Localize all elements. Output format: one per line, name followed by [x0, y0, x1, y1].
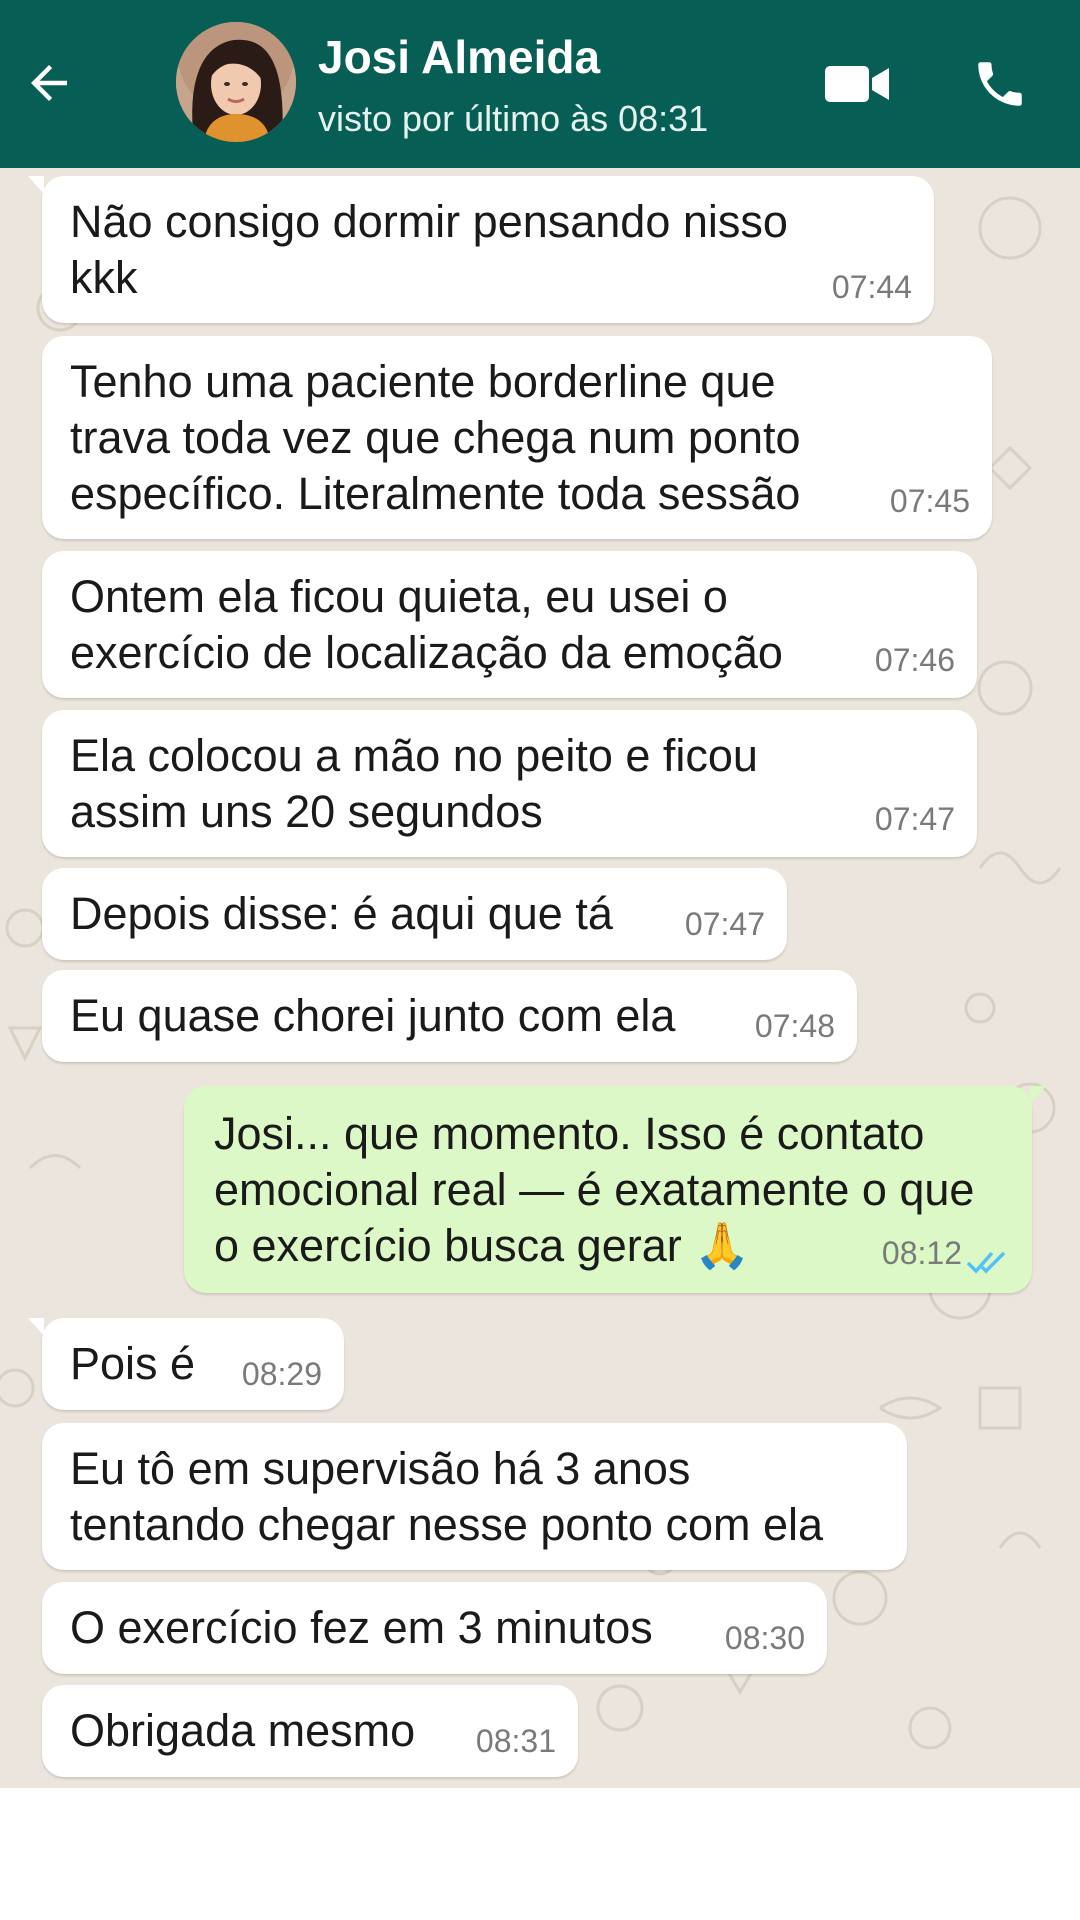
message-bubble[interactable]: Depois disse: é aqui que tá 07:47 — [42, 868, 787, 960]
message-text-line: Obrigada mesmo — [70, 1705, 416, 1756]
message-time: 07:45 — [889, 483, 970, 519]
message-text-line: Depois disse: é aqui que tá — [70, 888, 613, 939]
message-bubble[interactable]: Ontem ela ficou quieta, eu usei o exercí… — [42, 551, 977, 698]
bubble-tail — [28, 176, 44, 194]
video-call-icon — [825, 66, 889, 102]
message-text-line: exercício de localização da emoção — [70, 627, 783, 678]
back-button[interactable] — [18, 48, 80, 118]
message-bubble[interactable]: Eu tô em supervisão há 3 anos tentando c… — [42, 1423, 907, 1570]
message-text-line: kkk — [70, 252, 138, 303]
contact-name[interactable]: Josi Almeida — [318, 30, 600, 84]
message-bubble[interactable]: Ela colocou a mão no peito e ficou assim… — [42, 710, 977, 857]
message-time: 07:47 — [684, 906, 765, 942]
avatar[interactable] — [176, 22, 296, 142]
message-bubble[interactable]: Pois é 08:29 — [28, 1318, 344, 1410]
message-bubble[interactable]: Tenho uma paciente borderline que trava … — [42, 336, 992, 539]
message-bubble[interactable]: Obrigada mesmo 08:31 — [42, 1685, 578, 1777]
message-text-line: O exercício fez em 3 minutos — [70, 1602, 653, 1653]
message-bubble[interactable]: O exercício fez em 3 minutos 08:30 — [42, 1582, 827, 1674]
message-text-line: emocional real — é exatamente o que — [214, 1164, 975, 1215]
back-arrow-icon — [31, 65, 67, 101]
message-text-line: trava toda vez que chega num ponto — [70, 412, 801, 463]
phone-icon — [978, 62, 1022, 106]
message-bubble[interactable]: Não consigo dormir pensando nisso kkk 07… — [28, 176, 934, 323]
message-time: 07:44 — [831, 269, 912, 305]
message-time: 07:48 — [754, 1008, 835, 1044]
chat-header: Josi Almeida visto por último às 08:31 — [0, 0, 1080, 168]
video-call-button[interactable] — [820, 54, 896, 114]
message-time: 08:31 — [475, 1723, 556, 1759]
message-bubble[interactable]: Eu quase chorei junto com ela 07:48 — [42, 970, 857, 1062]
message-text-line: Eu tô em supervisão há 3 anos — [70, 1443, 691, 1494]
message-list[interactable]: Não consigo dormir pensando nisso kkk 07… — [0, 168, 1080, 1788]
message-text-line: assim uns 20 segundos — [70, 786, 543, 837]
message-time: 08:12 — [881, 1235, 962, 1271]
outgoing-message-bubble[interactable]: Josi... que momento. Isso é contato emoc… — [184, 1086, 1046, 1293]
voice-call-button[interactable] — [962, 46, 1038, 122]
message-text-line: Eu quase chorei junto com ela — [70, 990, 676, 1041]
message-text-line: o exercício busca gerar 🙏 — [214, 1220, 751, 1271]
avatar-photo — [176, 22, 296, 142]
message-text-line: Ontem ela ficou quieta, eu usei o — [70, 571, 728, 622]
last-seen-status: visto por último às 08:31 — [318, 98, 709, 139]
message-time: 08:29 — [241, 1356, 322, 1392]
message-time: 07:46 — [874, 642, 955, 678]
bubble-tail — [1030, 1086, 1046, 1104]
read-receipt-icon — [966, 1251, 1006, 1274]
message-time: 07:47 — [874, 801, 955, 837]
message-text-line: Josi... que momento. Isso é contato — [214, 1108, 925, 1159]
message-text-line: Tenho uma paciente borderline que — [70, 356, 776, 407]
message-text-line: Pois é — [70, 1338, 196, 1389]
message-text-line: específico. Literalmente toda sessão — [70, 468, 801, 519]
message-time: 08:30 — [724, 1620, 805, 1656]
bubble-tail — [28, 1318, 44, 1336]
message-text-line: tentando chegar nesse ponto com ela — [70, 1499, 824, 1550]
message-text-line: Ela colocou a mão no peito e ficou — [70, 730, 758, 781]
message-text-line: Não consigo dormir pensando nisso — [70, 196, 788, 247]
